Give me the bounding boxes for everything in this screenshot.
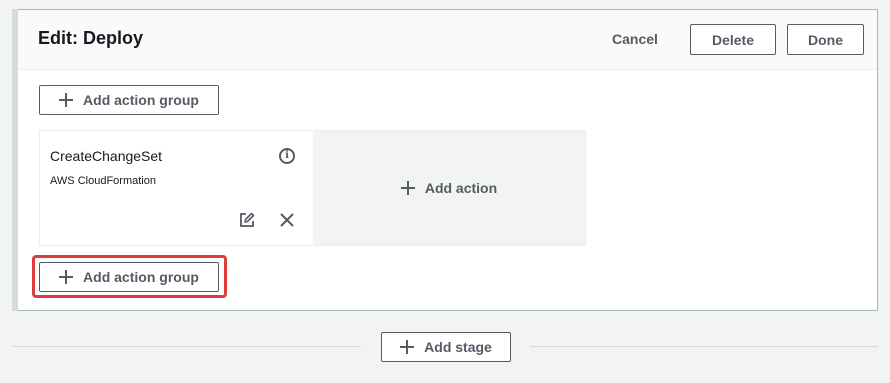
cancel-button[interactable]: Cancel — [612, 31, 658, 47]
action-provider: AWS CloudFormation — [50, 175, 156, 187]
plus-icon — [400, 181, 415, 195]
done-button[interactable]: Done — [787, 24, 864, 55]
delete-button-label: Delete — [711, 31, 755, 48]
add-stage-label: Add stage — [424, 339, 492, 355]
stage-header: Edit: Deploy Cancel Delete Done — [18, 10, 877, 70]
edit-icon[interactable] — [239, 212, 255, 228]
divider-left — [12, 346, 361, 347]
stage-title: Edit: Deploy — [38, 28, 144, 48]
add-action-button[interactable]: Add action — [313, 131, 585, 245]
add-action-group-label: Add action group — [83, 269, 199, 285]
action-group: CreateChangeSet i AWS CloudFormation Add… — [39, 130, 586, 246]
plus-icon — [400, 340, 415, 354]
action-name: CreateChangeSet — [50, 148, 163, 164]
plus-icon — [59, 93, 74, 107]
done-button-label: Done — [808, 31, 843, 48]
close-icon[interactable] — [279, 212, 295, 228]
add-action-group-button-top[interactable]: Add action group — [39, 85, 219, 115]
plus-icon — [59, 270, 74, 284]
action-card: CreateChangeSet i AWS CloudFormation — [40, 131, 314, 245]
delete-button[interactable]: Delete — [690, 24, 776, 55]
add-action-label: Add action — [424, 180, 498, 196]
divider-right — [530, 346, 878, 347]
add-stage-button[interactable]: Add stage — [381, 332, 511, 362]
stage-edit-panel: Edit: Deploy Cancel Delete Done Add acti… — [12, 9, 878, 311]
add-action-group-label: Add action group — [83, 92, 199, 108]
info-icon[interactable]: i — [279, 148, 295, 164]
add-action-group-button-bottom[interactable]: Add action group — [39, 262, 219, 292]
